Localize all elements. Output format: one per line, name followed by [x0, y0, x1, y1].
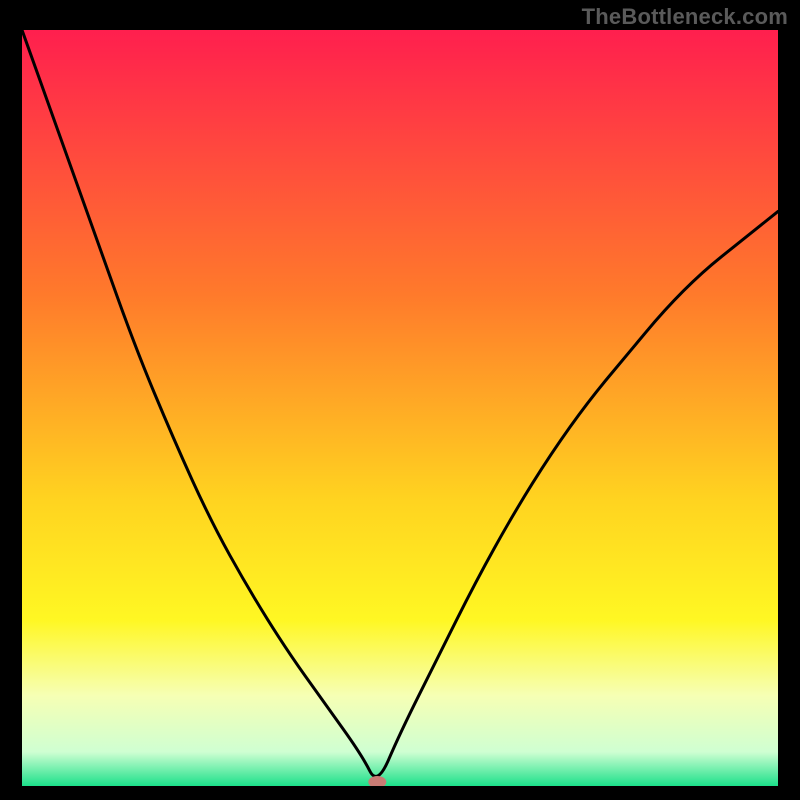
chart-frame: TheBottleneck.com	[0, 0, 800, 800]
bottleneck-chart	[22, 30, 778, 786]
chart-background	[22, 30, 778, 786]
watermark-text: TheBottleneck.com	[582, 4, 788, 30]
